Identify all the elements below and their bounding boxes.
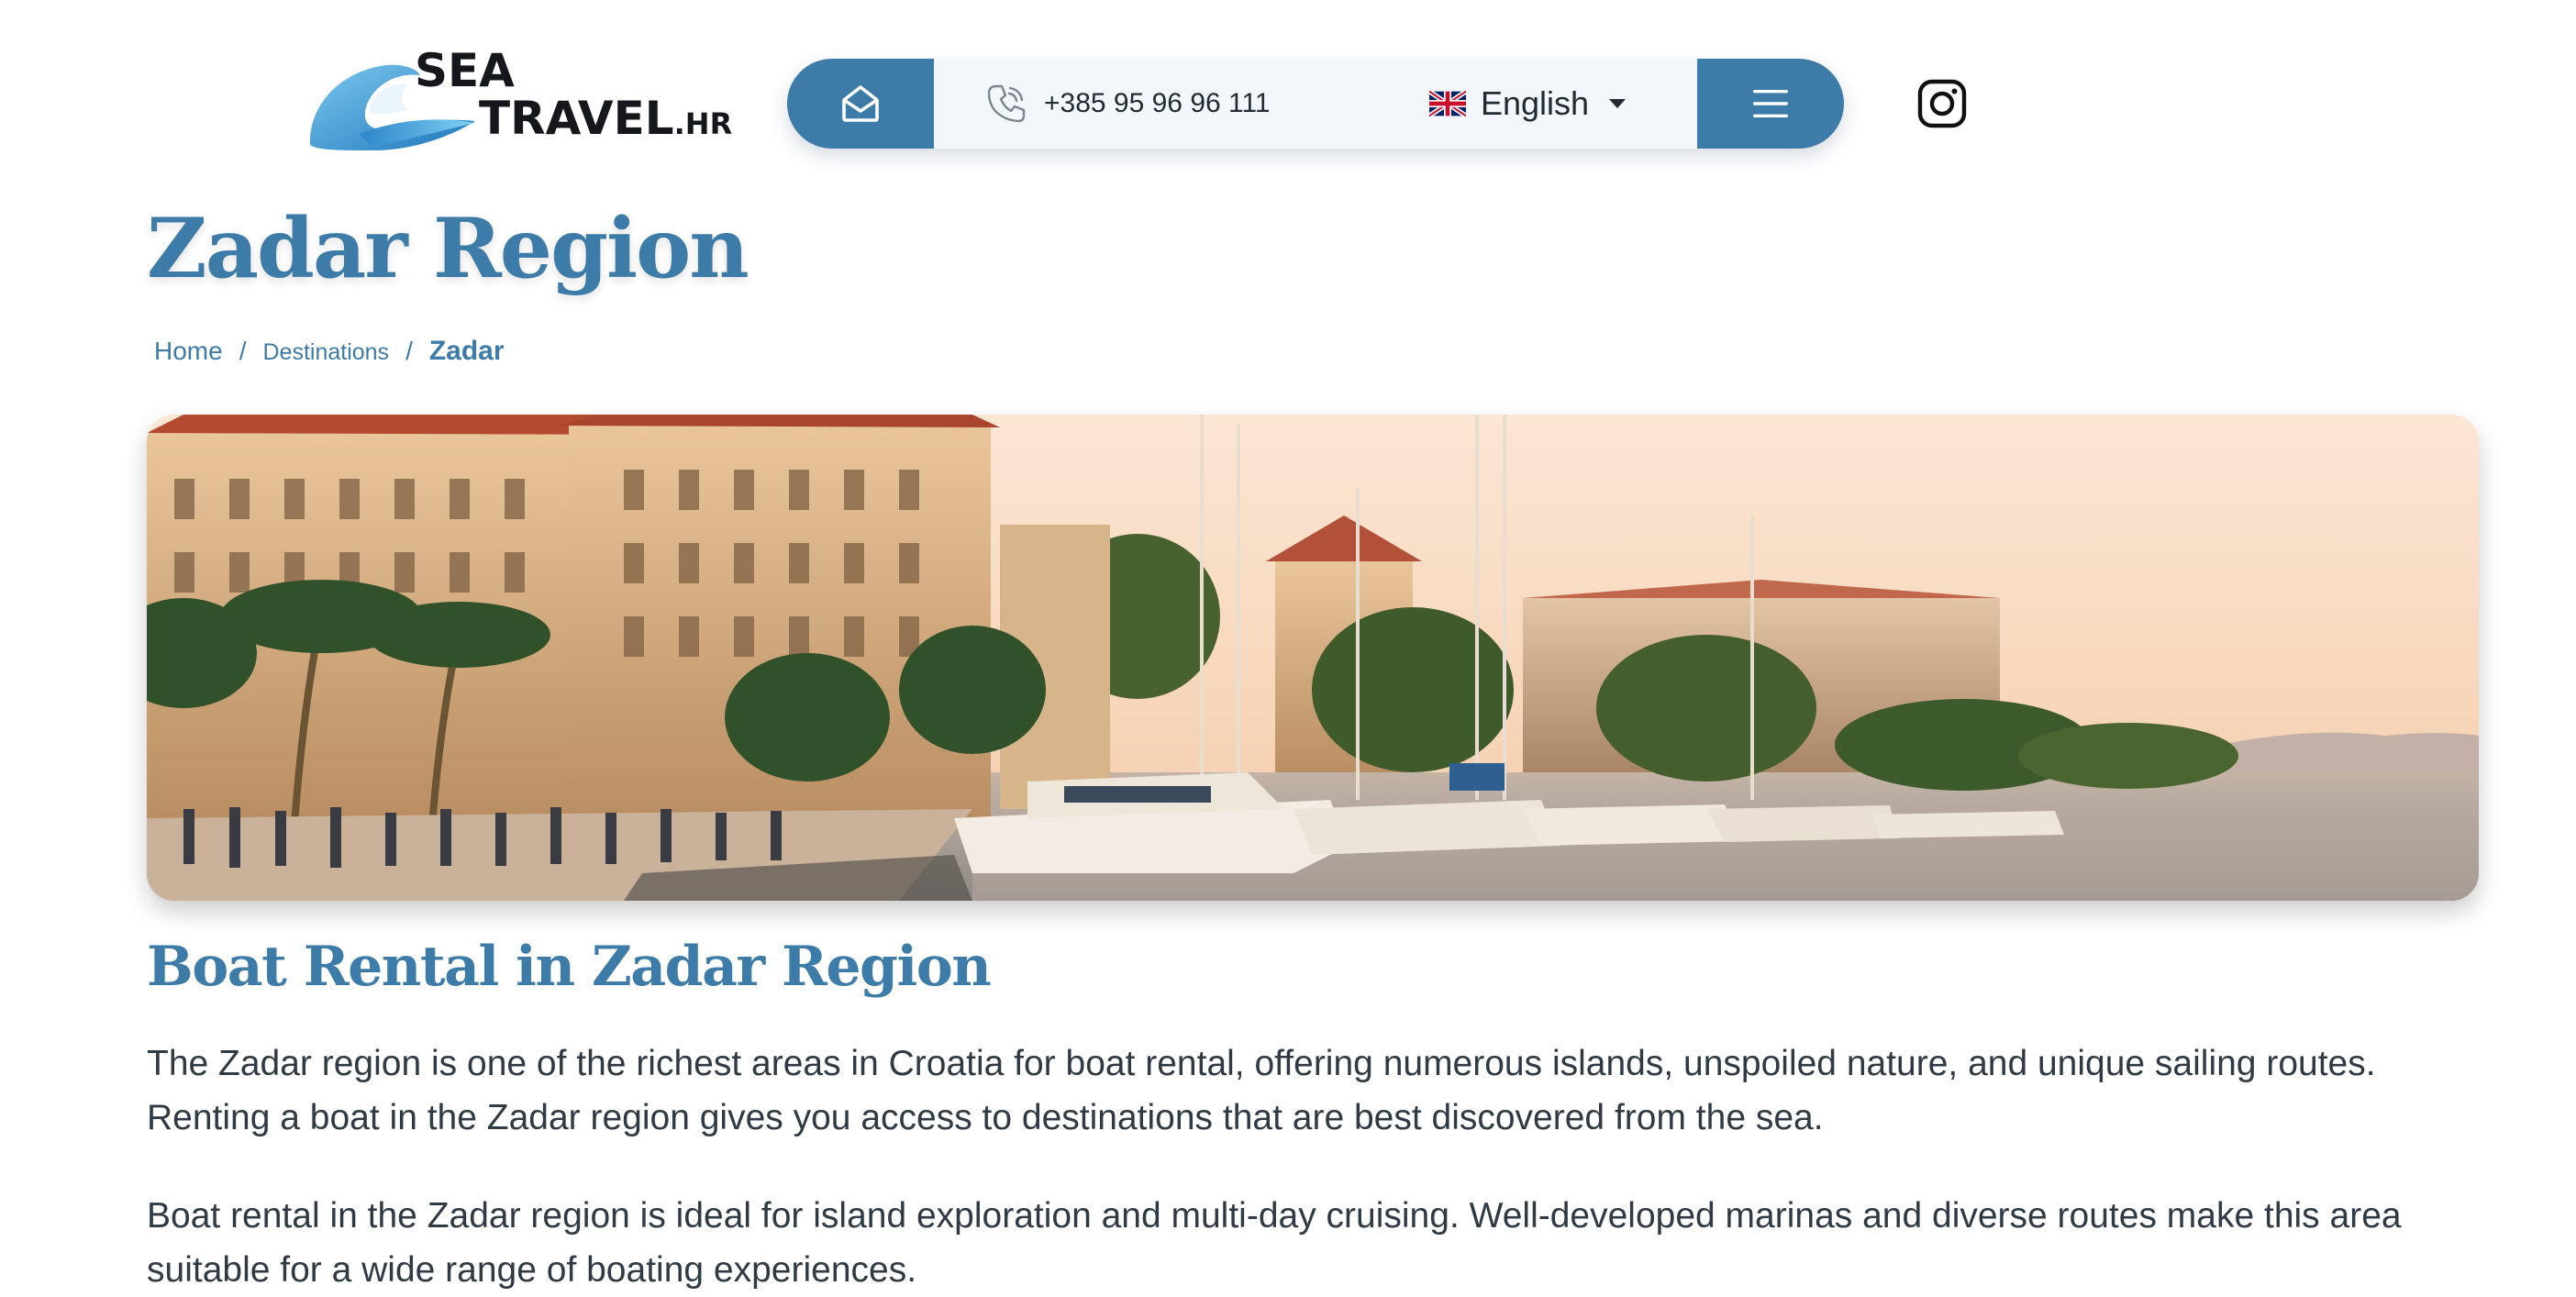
language-label: English bbox=[1481, 84, 1590, 122]
site-header: SEA TRAVEL.HR +385 95 96 96 111 English bbox=[0, 0, 2576, 174]
details-paragraph: Boat rental in the Zadar region is ideal… bbox=[147, 1196, 2402, 1290]
email-button[interactable] bbox=[787, 59, 934, 149]
section-title: Boat Rental in Zadar Region bbox=[147, 935, 992, 999]
breadcrumb-separator: / bbox=[405, 337, 413, 365]
page-title: Zadar Region bbox=[147, 200, 749, 297]
logo-text-travel: TRAVEL.HR bbox=[479, 95, 732, 141]
logo-text-sea: SEA bbox=[415, 44, 515, 97]
hamburger-menu-icon bbox=[1753, 90, 1788, 117]
contact-bar: +385 95 96 96 111 English bbox=[787, 59, 1844, 149]
menu-button[interactable] bbox=[1697, 59, 1844, 149]
uk-flag-icon bbox=[1429, 91, 1466, 116]
phone-number-link[interactable]: +385 95 96 96 111 bbox=[1044, 86, 1271, 121]
instagram-icon[interactable] bbox=[1917, 79, 1967, 128]
hero-image bbox=[147, 415, 2479, 901]
breadcrumb-separator: / bbox=[239, 337, 247, 365]
logo-text-suffix: .HR bbox=[673, 106, 733, 141]
breadcrumb-home[interactable]: Home bbox=[154, 337, 223, 366]
intro-paragraph: The Zadar region is one of the richest a… bbox=[147, 1044, 2376, 1137]
language-selector[interactable]: English bbox=[1429, 59, 1627, 149]
breadcrumb: Home / Destinations / Zadar bbox=[154, 336, 505, 367]
zadar-waterfront-photo bbox=[147, 415, 2479, 901]
breadcrumb-destinations[interactable]: Destinations bbox=[262, 339, 389, 366]
phone-icon bbox=[987, 84, 1026, 123]
breadcrumb-current: Zadar bbox=[428, 336, 505, 366]
mail-icon bbox=[842, 85, 879, 122]
chevron-down-icon bbox=[1609, 99, 1627, 108]
site-logo[interactable]: SEA TRAVEL.HR bbox=[305, 44, 732, 154]
logo-text-travel-word: TRAVEL bbox=[479, 92, 674, 145]
